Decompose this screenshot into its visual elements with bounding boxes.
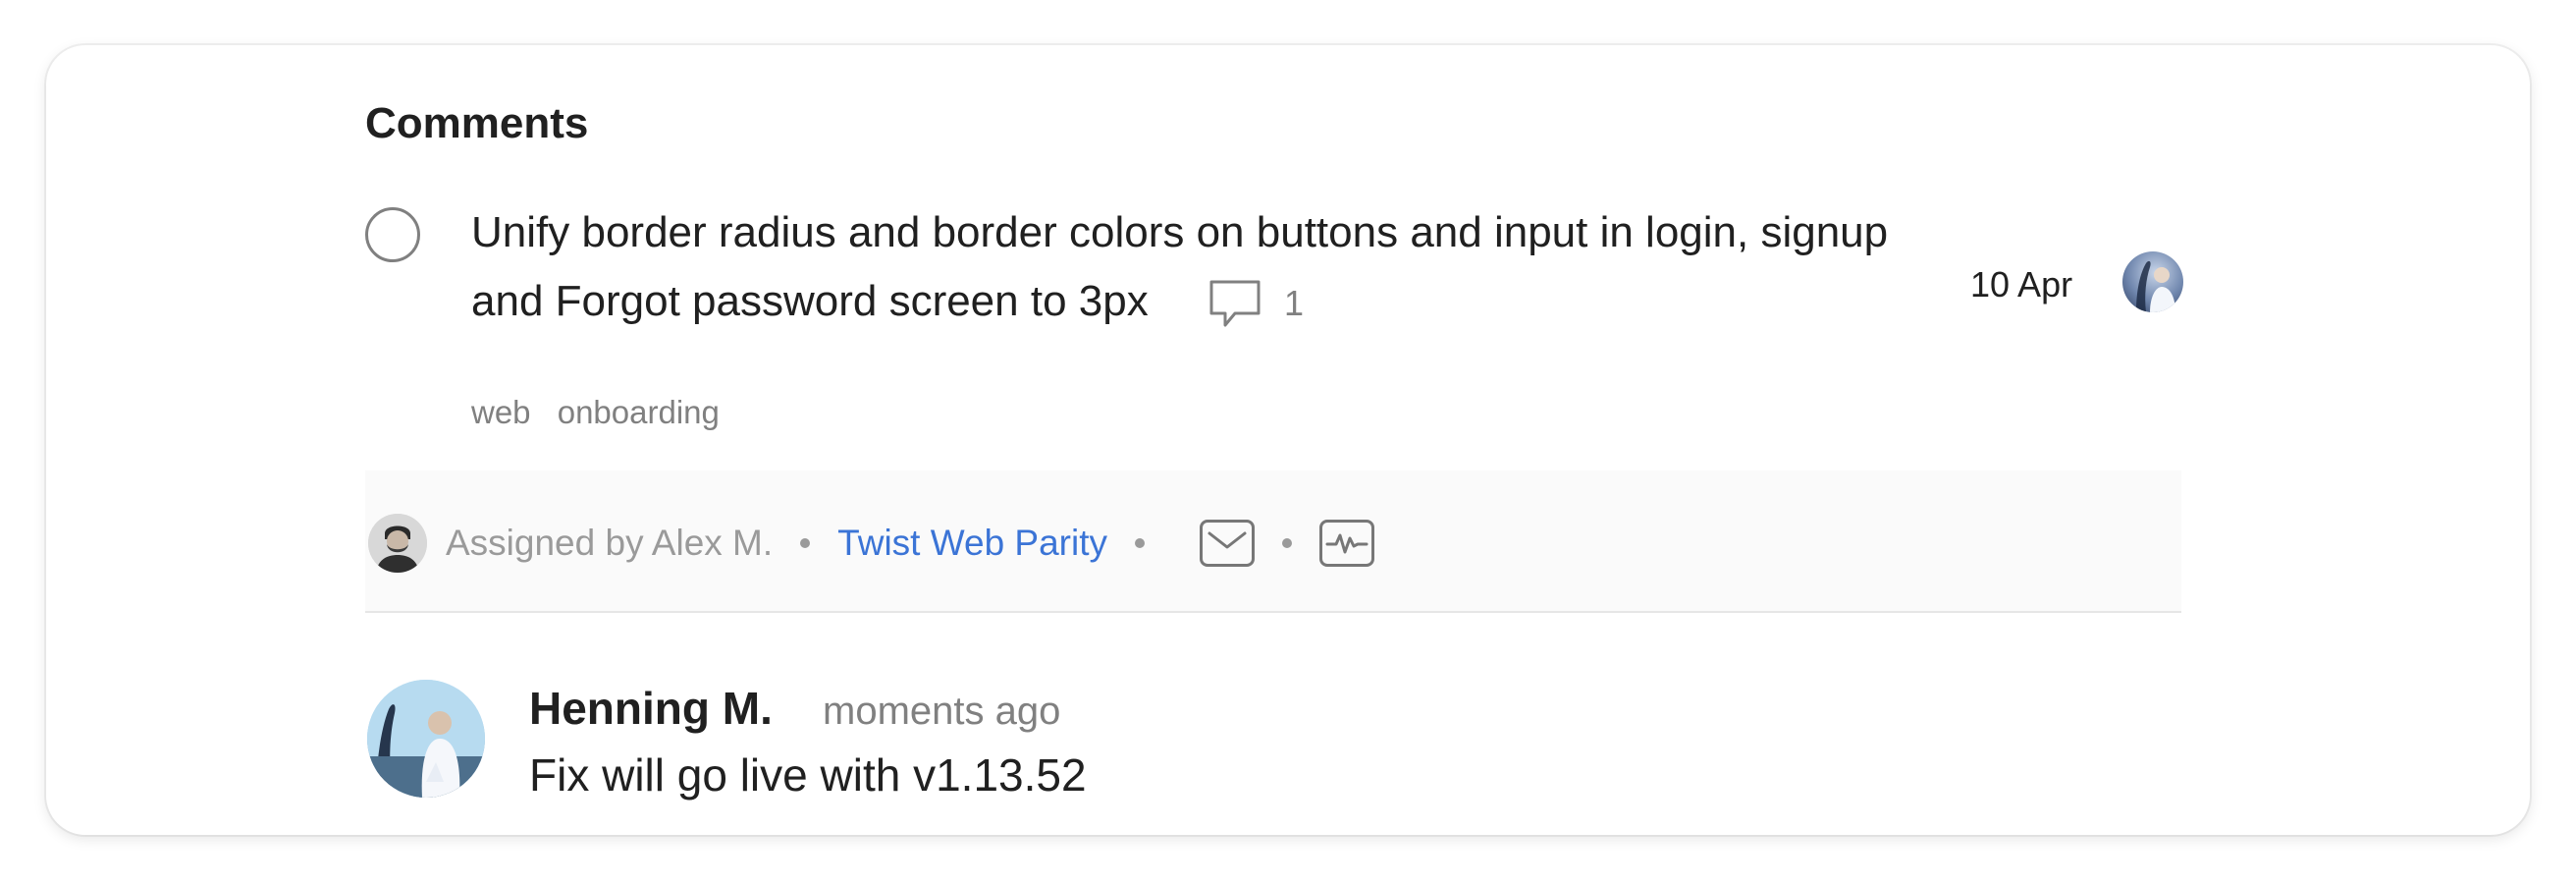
email-button[interactable] — [1200, 520, 1255, 567]
task-complete-checkbox[interactable] — [365, 207, 420, 262]
project-link[interactable]: Twist Web Parity — [837, 523, 1107, 564]
comment-body: Fix will go live with v1.13.52 — [529, 749, 1087, 801]
commenter-avatar[interactable] — [367, 680, 485, 798]
label-onboarding[interactable]: onboarding — [558, 394, 720, 430]
assigned-by-text: Assigned by Alex M. — [446, 523, 774, 563]
separator-dot — [1282, 538, 1292, 548]
commenter-photo-icon — [367, 680, 485, 798]
separator-dot — [800, 538, 811, 548]
comments-heading: Comments — [365, 99, 589, 147]
comment-author[interactable]: Henning M. — [529, 679, 773, 738]
task-meta-row: Assigned by Alex M. Twist Web Parity — [446, 514, 1374, 573]
comment-count-value: 1 — [1283, 283, 1304, 324]
assigner-avatar — [368, 514, 427, 573]
comments-card: Comments Unify border radius and border … — [46, 45, 2530, 835]
task-due-date[interactable]: 10 Apr — [1970, 261, 2072, 308]
label-web[interactable]: web — [471, 394, 531, 430]
task-content[interactable]: Unify border radius and border colors on… — [471, 198, 1944, 338]
comment-icon — [1209, 280, 1261, 327]
mail-icon — [1208, 531, 1247, 549]
comment-timestamp: moments ago — [823, 690, 1061, 733]
task-labels: web onboarding — [471, 391, 737, 434]
task-title[interactable]: Unify border radius and border colors on… — [471, 208, 1888, 325]
comments-content: Comments Unify border radius and border … — [365, 45, 2183, 835]
separator-dot — [1135, 538, 1145, 548]
task-assignee-avatar[interactable] — [2122, 251, 2183, 312]
activity-icon — [1325, 533, 1368, 554]
person-avatar-icon — [368, 514, 427, 573]
task-meta-bar: Assigned by Alex M. Twist Web Parity — [365, 470, 2181, 613]
task-comment-count[interactable]: 1 — [1208, 269, 1304, 338]
activity-button[interactable] — [1319, 520, 1374, 567]
user-avatar-icon — [2136, 260, 2175, 312]
